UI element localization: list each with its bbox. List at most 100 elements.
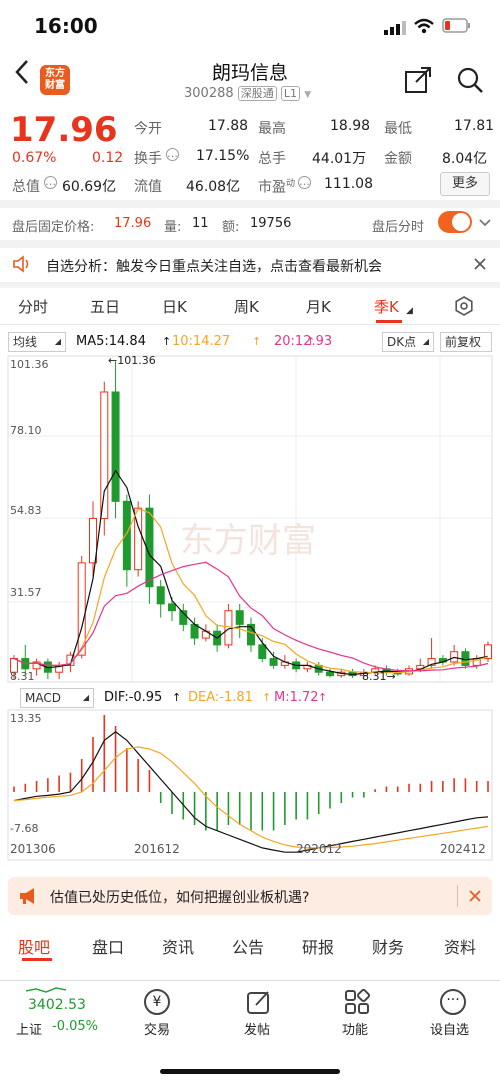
info-dots-icon[interactable]: … — [166, 148, 179, 161]
tab-orderbook[interactable]: 盘口 — [92, 934, 124, 958]
stock-code: 300288 — [184, 86, 234, 101]
divider — [0, 200, 500, 208]
brand-logo: 东方 财富 — [40, 65, 70, 95]
high-label: 最高 — [258, 121, 286, 137]
caret-down-icon[interactable]: ▼ — [304, 90, 311, 100]
indicator-select[interactable]: 均线 ◢ — [8, 332, 66, 352]
tab-intraday[interactable]: 分时 — [18, 296, 48, 317]
low-label: 最低 — [384, 121, 412, 137]
macd-select[interactable]: MACD ◢ — [20, 688, 94, 708]
tab-monthly[interactable]: 月K — [306, 296, 331, 317]
tab-weekly[interactable]: 周K — [234, 296, 259, 317]
functions-button[interactable]: 功能 — [336, 988, 380, 1039]
candle-body — [269, 658, 278, 666]
stock-code-row: 300288 深股通 L1 ▼ — [184, 86, 311, 101]
index-value: 3402.53 — [28, 997, 86, 1013]
up-arrow-icon: ↑ — [172, 691, 182, 704]
volume-value: 44.01万 — [312, 151, 367, 167]
macd-y-tick: -7.68 — [10, 822, 39, 835]
candle-body — [224, 610, 233, 646]
candle-body — [122, 500, 131, 571]
settings-icon[interactable] — [454, 296, 474, 320]
add-watchlist-button[interactable]: ··· 设自选 — [426, 989, 482, 1039]
back-chevron-icon[interactable] — [14, 58, 30, 94]
float-label: 流值 — [134, 179, 162, 195]
chevron-down-icon[interactable] — [478, 214, 492, 233]
up-arrow-icon: ↑ — [252, 335, 262, 348]
open-value: 17.88 — [208, 118, 249, 134]
tab-forum[interactable]: 股吧 — [18, 934, 50, 958]
tab-news[interactable]: 资讯 — [162, 934, 194, 958]
close-icon[interactable] — [468, 889, 482, 907]
after-hours-toggle[interactable] — [438, 211, 472, 233]
dif-legend: DIF:-0.95 — [104, 690, 163, 705]
promo-banner[interactable]: 估值已处历史低位，如何把握创业板机遇? — [8, 877, 492, 915]
adjust-select[interactable]: 前复权 — [440, 332, 492, 352]
peak-label-value: 101.36 — [117, 354, 156, 367]
macd-histogram — [13, 715, 489, 831]
macd-y-tick: 13.35 — [10, 712, 42, 725]
close-icon[interactable] — [474, 258, 486, 274]
volume-label: 总手 — [258, 151, 286, 167]
search-icon[interactable] — [456, 66, 484, 98]
info-dots-icon[interactable]: … — [44, 176, 57, 189]
float-value: 46.08亿 — [186, 179, 241, 195]
y-tick: 8.31 — [10, 670, 35, 683]
up-arrow-icon: ↑ — [262, 691, 272, 704]
pe-value: 111.08 — [324, 176, 373, 192]
dk-select[interactable]: DK点 ◢ — [382, 332, 434, 352]
tab-quarterly[interactable]: 季K — [374, 296, 399, 317]
info-dots-icon[interactable]: … — [298, 176, 311, 189]
index-ticker[interactable]: 3402.53 上证 -0.05% — [0, 981, 98, 1041]
brand-logo-text: 东方 财富 — [45, 68, 65, 91]
tab-research[interactable]: 研报 — [302, 934, 334, 958]
tab-daily[interactable]: 日K — [162, 296, 187, 317]
trade-button[interactable]: ¥ 交易 — [136, 989, 180, 1039]
connect-tag: 深股通 — [237, 86, 277, 101]
banner-text: 自选分析：触发今日重点关注自选，点击查看最新机会 — [46, 259, 382, 275]
divider — [0, 324, 500, 325]
divider — [0, 240, 500, 248]
tab-five-day[interactable]: 五日 — [90, 296, 120, 317]
tab-profile[interactable]: 资料 — [444, 934, 476, 958]
share-icon[interactable] — [404, 66, 432, 98]
x-tick: 202012 — [296, 842, 342, 856]
more-button[interactable]: 更多 — [440, 172, 490, 196]
kline-chart-area[interactable]: 均线 ◢ MA5:14.84 ↑ 10:14.27 ↑ 20:12.93 ↑ DK… — [0, 328, 500, 864]
megaphone-icon — [18, 887, 40, 909]
tab-finance[interactable]: 财务 — [372, 934, 404, 958]
dk-select-value: DK点 — [387, 335, 417, 349]
info-tabs: 股吧 盘口 资讯 公告 研报 财务 资料 — [0, 930, 500, 962]
kline-svg: 东方财富 — [7, 355, 493, 861]
active-tab-indicator — [376, 320, 402, 323]
macd-select-value: MACD — [25, 691, 61, 705]
y-tick: 54.83 — [10, 504, 42, 517]
after-hours-row: 盘后固定价格: 17.96 量: 11 额: 19756 盘后分时 — [0, 208, 500, 240]
level-tag[interactable]: L1 — [280, 86, 301, 101]
functions-label: 功能 — [342, 1023, 369, 1038]
high-value: 18.98 — [330, 118, 371, 134]
wifi-icon — [414, 18, 434, 38]
candle-body — [461, 651, 470, 666]
stock-header: 东方 财富 朗玛信息 300288 深股通 L1 ▼ — [0, 52, 500, 110]
macd-frame — [7, 709, 493, 861]
trade-label: 交易 — [144, 1023, 171, 1038]
active-tab-indicator — [22, 958, 52, 961]
after-hours-chart-label: 盘后分时 — [372, 220, 425, 235]
divider — [457, 885, 458, 907]
caret-down-icon[interactable]: ◢ — [406, 306, 413, 316]
up-arrow-icon: ↑ — [162, 335, 172, 348]
index-name: 上证 — [16, 1023, 43, 1038]
y-tick: 78.10 — [10, 424, 42, 437]
watchlist-banner[interactable]: 自选分析：触发今日重点关注自选，点击查看最新机会 — [0, 248, 500, 282]
candle-body — [156, 586, 165, 605]
indicator-select-value: 均线 — [13, 335, 38, 349]
change-amount: 0.12 — [92, 150, 124, 166]
tab-announcements[interactable]: 公告 — [232, 934, 264, 958]
open-label: 今开 — [134, 121, 162, 137]
up-arrow-icon: ↑ — [306, 335, 316, 348]
battery-icon — [442, 18, 472, 38]
pe-label: 市盈动 — [258, 176, 295, 197]
change-percent: 0.67% — [12, 150, 57, 166]
post-button[interactable]: 发帖 — [238, 989, 282, 1039]
